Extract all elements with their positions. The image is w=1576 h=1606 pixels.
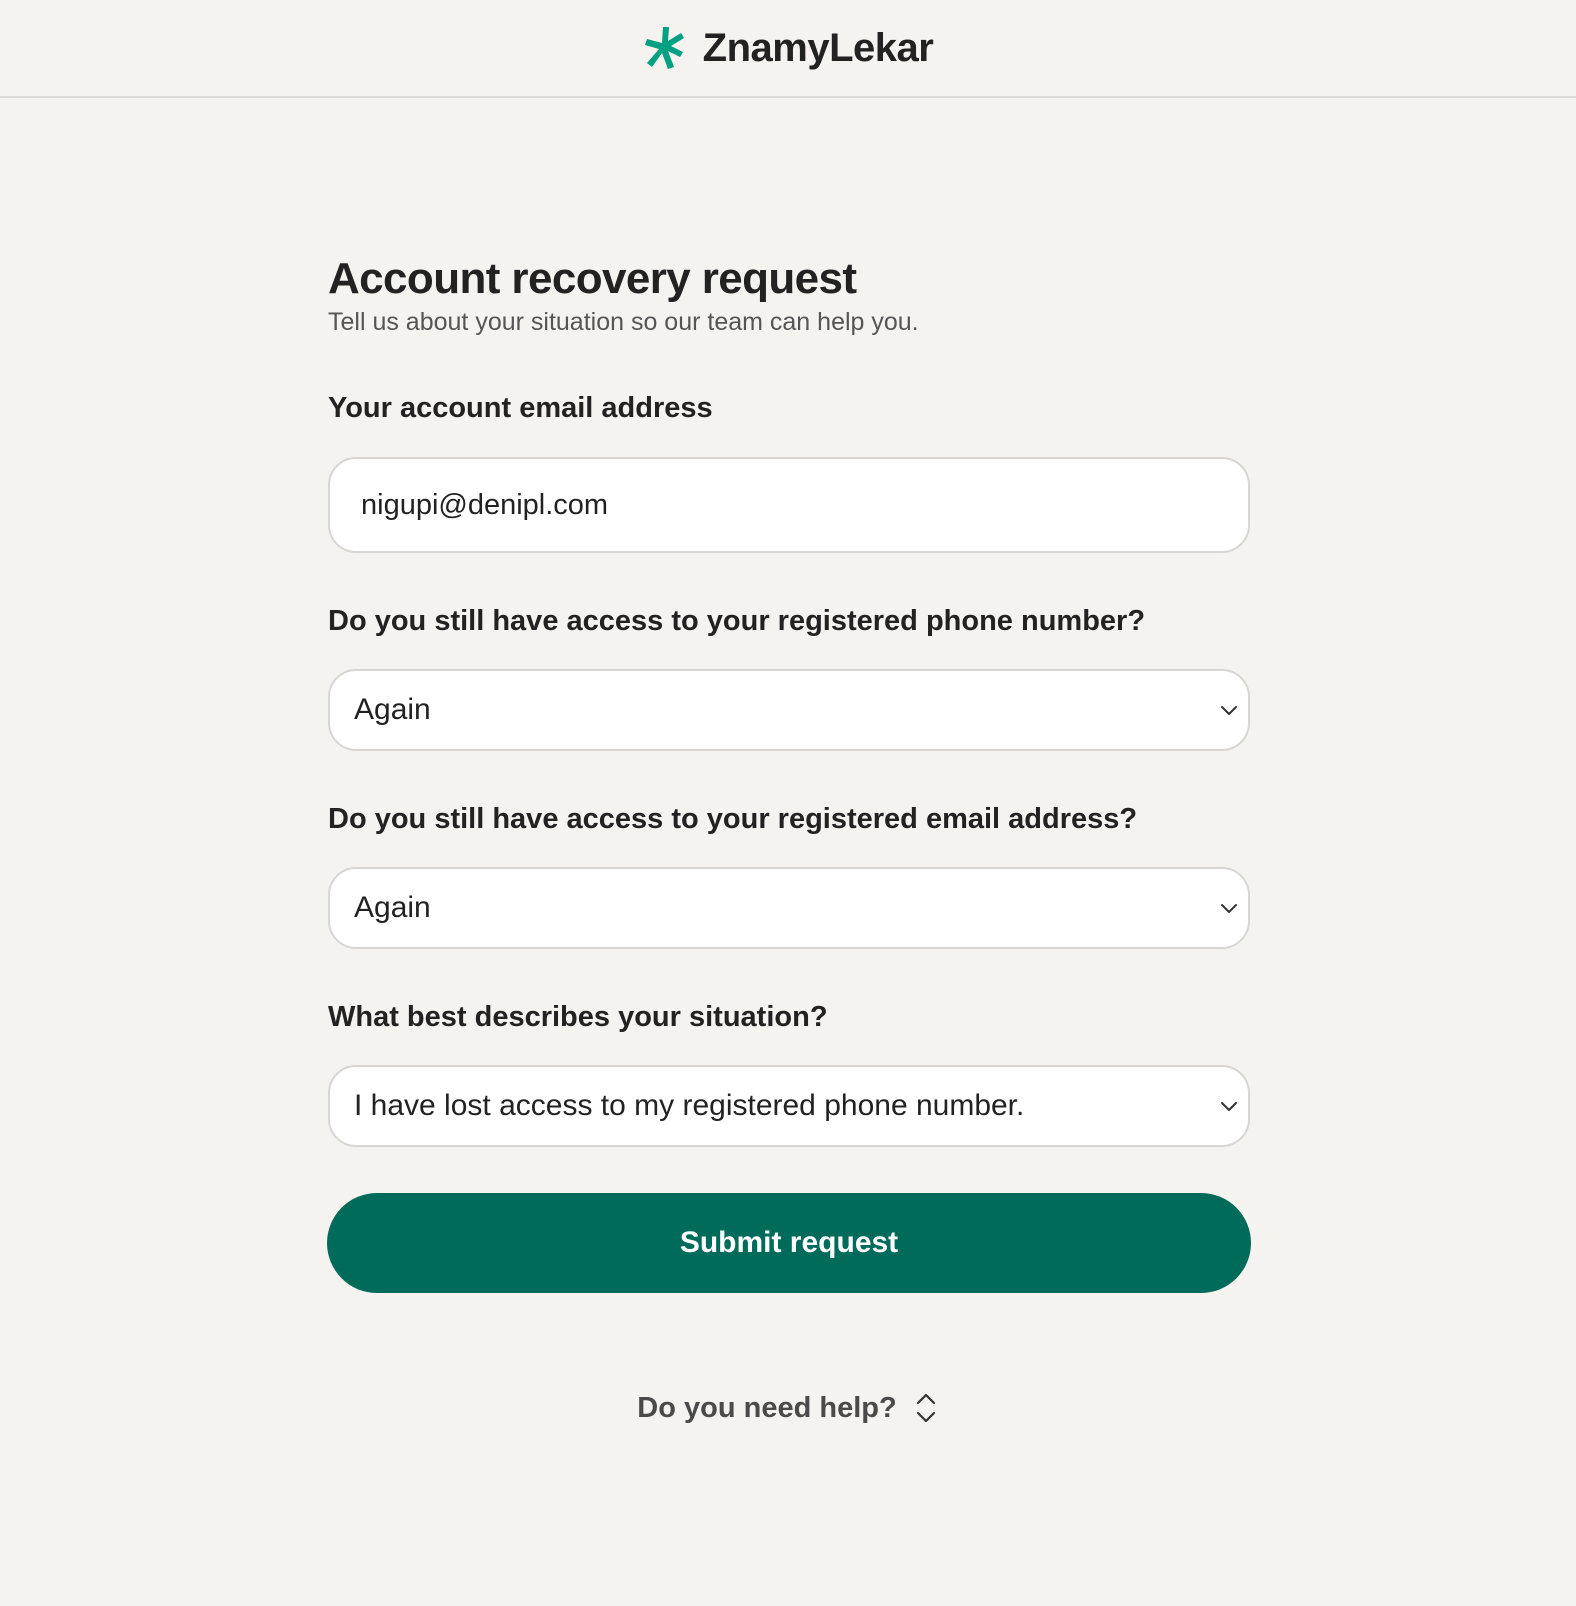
email-value: nigupi@denipl.com <box>361 488 609 521</box>
email-access-selected: Again <box>354 891 431 924</box>
chevron-down-icon <box>1221 904 1237 913</box>
page-subtitle: Tell us about your situation so our team… <box>328 308 919 336</box>
chevron-down-icon <box>1221 1102 1237 1111</box>
star-cross-logo-icon <box>644 27 684 69</box>
help-toggle[interactable]: Do you need help? <box>0 1390 1576 1426</box>
phone-access-label: Do you still have access to your registe… <box>328 605 1146 637</box>
help-label: Do you need help? <box>637 1391 897 1424</box>
chevron-down-icon <box>1221 706 1237 715</box>
situation-selected: I have lost access to my registered phon… <box>354 1089 1025 1122</box>
phone-access-select[interactable]: Again <box>328 669 1250 751</box>
chevron-up-down-icon <box>916 1393 935 1423</box>
email-field[interactable]: nigupi@denipl.com <box>328 457 1250 553</box>
top-bar: ZnamyLekar <box>0 0 1576 98</box>
situation-label: What best describes your situation? <box>328 1001 828 1033</box>
brand-logo-link[interactable]: ZnamyLekar <box>643 25 934 71</box>
situation-select[interactable]: I have lost access to my registered phon… <box>328 1065 1250 1147</box>
page-title: Account recovery request <box>328 254 857 303</box>
email-label: Your account email address <box>328 392 713 424</box>
account-recovery-form: Account recovery request Tell us about y… <box>327 252 1251 1293</box>
email-access-label: Do you still have access to your registe… <box>328 803 1138 835</box>
brand-name: ZnamyLekar <box>702 25 934 70</box>
email-access-select[interactable]: Again <box>328 867 1250 949</box>
phone-access-selected: Again <box>354 693 431 726</box>
submit-button[interactable]: Submit request <box>327 1193 1251 1293</box>
